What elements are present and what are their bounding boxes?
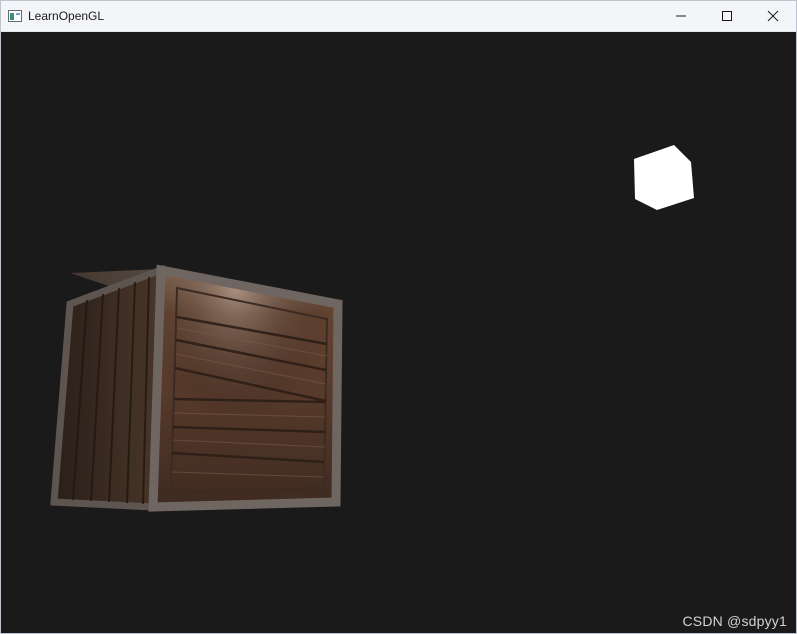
window-controls — [658, 1, 796, 31]
close-icon — [767, 10, 779, 22]
wooden-crate — [50, 264, 343, 512]
app-window: LearnOpenGL CSDN @sdpyy1 — [0, 0, 797, 634]
close-button[interactable] — [750, 1, 796, 31]
maximize-icon — [722, 11, 732, 21]
window-title: LearnOpenGL — [28, 9, 105, 23]
watermark: CSDN @sdpyy1 — [682, 613, 787, 629]
minimize-icon — [676, 15, 686, 17]
app-icon — [8, 10, 22, 22]
minimize-button[interactable] — [658, 1, 704, 31]
scene-canvas — [50, 145, 694, 512]
opengl-viewport[interactable]: CSDN @sdpyy1 — [1, 32, 796, 633]
light-cube — [634, 145, 694, 210]
maximize-button[interactable] — [704, 1, 750, 31]
title-bar[interactable]: LearnOpenGL — [1, 1, 796, 32]
